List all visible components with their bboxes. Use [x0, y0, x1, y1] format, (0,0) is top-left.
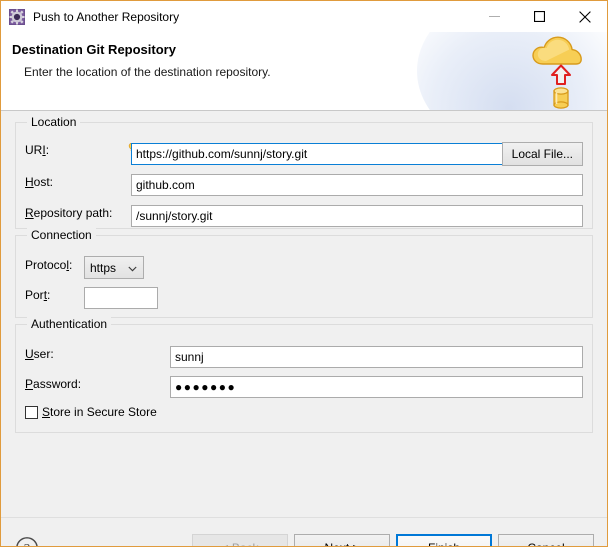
protocol-selected-value: https: [90, 260, 117, 275]
password-row: Password:: [25, 377, 81, 391]
local-file-button[interactable]: Local File...: [501, 142, 583, 166]
help-icon[interactable]: ?: [15, 536, 39, 547]
host-row: Host:: [25, 175, 53, 189]
connection-group: Connection Protocol: https Port:: [15, 228, 593, 318]
finish-button[interactable]: Finish: [396, 534, 492, 546]
host-input[interactable]: [131, 174, 583, 196]
authentication-group-label: Authentication: [27, 317, 112, 331]
port-input[interactable]: [84, 287, 158, 309]
uri-input[interactable]: [131, 143, 521, 165]
protocol-label: Protocol:: [25, 258, 73, 272]
port-row: Port:: [25, 288, 50, 302]
connection-group-label: Connection: [27, 228, 96, 242]
next-button[interactable]: Next >: [294, 534, 390, 546]
location-group-label: Location: [27, 115, 81, 129]
back-button[interactable]: < Back: [192, 534, 288, 546]
maximize-icon[interactable]: [517, 1, 562, 32]
user-input[interactable]: [170, 346, 583, 368]
page-description: Enter the location of the destination re…: [24, 65, 271, 79]
title-bar: Push to Another Repository: [1, 1, 607, 32]
user-label: User:: [25, 347, 54, 361]
chevron-down-icon: [128, 261, 137, 275]
next-button-label: Next >: [324, 541, 359, 546]
uri-label: URI:: [25, 143, 50, 157]
store-in-secure-store-checkbox[interactable]: Store in Secure Store: [25, 405, 157, 419]
password-label: Password:: [25, 377, 82, 391]
page-title: Destination Git Repository: [12, 42, 176, 57]
protocol-dropdown[interactable]: https: [84, 256, 144, 279]
push-to-another-repository-dialog: Push to Another Repository Destination G…: [0, 0, 608, 547]
checkbox-box[interactable]: [25, 405, 38, 419]
protocol-row: Protocol:: [25, 258, 72, 272]
window-title: Push to Another Repository: [33, 9, 180, 24]
wizard-page-body: Location URI: Local File... Host:: [1, 111, 607, 517]
cancel-button[interactable]: Cancel: [498, 534, 594, 546]
authentication-group: Authentication User: Password: Store in …: [15, 317, 593, 433]
minimize-icon[interactable]: [472, 1, 517, 32]
password-input[interactable]: [170, 376, 583, 398]
port-label: Port:: [25, 288, 51, 302]
svg-text:?: ?: [24, 542, 30, 547]
wizard-buttons: < Back Next > Finish Cancel: [192, 534, 594, 546]
repository-path-row: Repository path:: [25, 206, 112, 220]
repository-path-label: Repository path:: [25, 206, 113, 220]
dialog-button-bar: ? < Back Next > Finish Cancel: [1, 517, 607, 547]
close-icon[interactable]: [562, 1, 607, 32]
location-group: Location URI: Local File... Host:: [15, 115, 593, 229]
eclipse-gear-icon: [9, 8, 25, 25]
repository-path-input[interactable]: [131, 205, 583, 227]
user-row: User:: [25, 347, 54, 361]
wizard-header: Destination Git Repository Enter the loc…: [1, 32, 607, 111]
store-in-secure-store-label: Store in Secure Store: [42, 405, 157, 419]
host-label: Host:: [25, 175, 54, 189]
cloud-push-icon: [529, 32, 595, 110]
window-controls: [472, 1, 607, 32]
finish-button-label: Finish: [428, 541, 460, 546]
